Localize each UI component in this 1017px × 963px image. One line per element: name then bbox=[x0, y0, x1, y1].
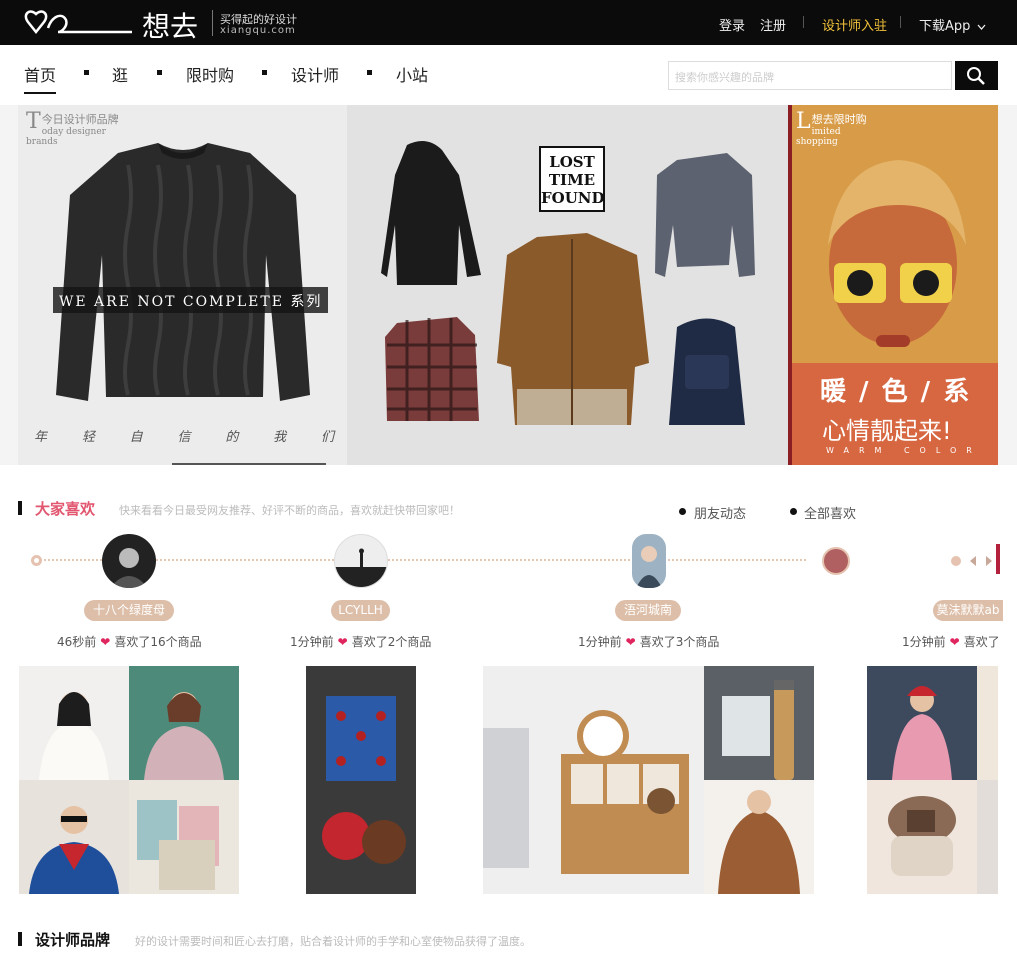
nav-separator bbox=[84, 70, 89, 75]
section-title: 设计师品牌 bbox=[35, 931, 111, 949]
designer-brand-panel[interactable]: T 今日设计师品牌 oday designer brands WE ARE NO… bbox=[18, 105, 347, 465]
product-image[interactable] bbox=[483, 666, 704, 894]
logo-separator bbox=[212, 10, 213, 36]
filter-all-likes[interactable]: 全部喜欢 bbox=[804, 503, 856, 522]
promo-headline: 暖 / 色 / 系 bbox=[820, 377, 972, 407]
download-app-link[interactable]: 下载App bbox=[919, 15, 986, 34]
avatar[interactable] bbox=[334, 534, 388, 588]
timeline-start-dot bbox=[31, 555, 42, 566]
nav-home[interactable]: 首页 bbox=[24, 62, 57, 94]
heart-icon: ❤ bbox=[625, 635, 636, 649]
nav-separator bbox=[367, 70, 372, 75]
banner-motto: 年轻 自信 的我 们 bbox=[34, 430, 334, 445]
section-title: 大家喜欢 bbox=[35, 500, 96, 518]
heart-icon: ❤ bbox=[100, 635, 111, 649]
register-link[interactable]: 注册 bbox=[760, 15, 786, 34]
heart-icon: ❤ bbox=[337, 635, 348, 649]
lost-time-found-panel[interactable]: LOST TIME FOUND bbox=[347, 105, 788, 465]
product-image[interactable] bbox=[704, 780, 814, 894]
product-image[interactable] bbox=[867, 666, 977, 780]
section-desc: 快来看看今日最受网友推荐、好评不断的商品，喜欢就赶快带回家吧！ bbox=[119, 504, 460, 517]
download-app-label: 下载App bbox=[919, 19, 971, 34]
designer-join-link[interactable]: 设计师入驻 bbox=[822, 15, 887, 34]
nav-browse[interactable]: 逛 bbox=[112, 62, 128, 86]
avatar[interactable] bbox=[102, 534, 156, 588]
logo-text[interactable]: 想去 bbox=[142, 5, 198, 45]
chevron-left-icon bbox=[951, 544, 1000, 574]
nav-separator bbox=[262, 70, 267, 75]
logo-domain: xiangqu.com bbox=[220, 25, 296, 36]
timeline-pager[interactable] bbox=[950, 544, 1000, 574]
filter-friends[interactable]: 朋友动态 bbox=[694, 503, 746, 522]
like-activity: 1分钟前 ❤ 喜欢了2个商品 bbox=[290, 635, 432, 649]
user-name-pill[interactable]: 莫沫默默ab bbox=[933, 600, 1003, 621]
top-bar: 想去 买得起的好设计 xiangqu.com 登录 注册 设计师入驻 下载App bbox=[0, 0, 1017, 45]
product-image[interactable] bbox=[977, 666, 998, 780]
hero-banner: T 今日设计师品牌 oday designer brands WE ARE NO… bbox=[0, 105, 1017, 465]
heart-icon: ❤ bbox=[949, 635, 960, 649]
user-name-pill[interactable]: LCYLLH bbox=[331, 600, 390, 621]
carousel-indicator[interactable] bbox=[172, 463, 326, 465]
product-image[interactable] bbox=[19, 780, 129, 894]
sweater-image bbox=[56, 143, 310, 401]
user-name-pill[interactable]: 浯河城南 bbox=[615, 600, 681, 621]
product-image[interactable] bbox=[19, 666, 129, 780]
promo-english: WARM COLOR bbox=[826, 446, 982, 455]
divider bbox=[803, 16, 804, 28]
login-link[interactable]: 登录 bbox=[719, 15, 745, 34]
product-image[interactable] bbox=[704, 666, 814, 780]
flash-sale-panel[interactable]: L 想去限时购 imited shopping 暖 / 色 / 系 心情靓起来!… bbox=[788, 105, 998, 465]
like-activity: 1分钟前 ❤ 喜欢了3个商品 bbox=[578, 635, 720, 649]
avatar[interactable] bbox=[632, 534, 666, 588]
banner-slogan: WE ARE NOT COMPLETE 系列 bbox=[53, 287, 329, 313]
search-button[interactable] bbox=[955, 61, 998, 90]
nav-designers[interactable]: 设计师 bbox=[291, 62, 339, 86]
product-image[interactable] bbox=[867, 780, 977, 894]
brand-logo: LOST TIME FOUND bbox=[539, 146, 605, 212]
promo-subline: 心情靓起来! bbox=[822, 417, 952, 445]
product-image[interactable] bbox=[129, 780, 239, 894]
like-activity: 46秒前 ❤ 喜欢了16个商品 bbox=[57, 635, 202, 649]
avatar[interactable] bbox=[822, 547, 850, 575]
likes-header: 大家喜欢 快来看看今日最受网友推荐、好评不断的商品，喜欢就赶快带回家吧！ bbox=[18, 498, 518, 518]
product-image[interactable] bbox=[306, 666, 416, 894]
brands-header: 设计师品牌 好的设计需要时间和匠心去打磨，贴合着设计师的手学和心室使物品获得了温… bbox=[18, 929, 618, 949]
section-desc: 好的设计需要时间和匠心去打磨，贴合着设计师的手学和心室使物品获得了温度。 bbox=[135, 935, 531, 948]
nav-flash-sale[interactable]: 限时购 bbox=[186, 62, 234, 86]
panel-tag: L 想去限时购 imited shopping bbox=[796, 109, 867, 148]
product-image[interactable] bbox=[129, 666, 239, 780]
like-activity: 1分钟前 ❤ 喜欢了 bbox=[902, 635, 998, 649]
chevron-down-icon bbox=[977, 24, 986, 30]
nav-separator bbox=[157, 70, 162, 75]
divider bbox=[900, 16, 901, 28]
search-input[interactable]: 搜索你感兴趣的品牌 bbox=[668, 61, 952, 90]
search-icon bbox=[967, 67, 985, 85]
user-name-pill[interactable]: 十八个绿度母 bbox=[84, 600, 174, 621]
product-image[interactable] bbox=[977, 780, 998, 894]
nav-stations[interactable]: 小站 bbox=[396, 62, 428, 86]
